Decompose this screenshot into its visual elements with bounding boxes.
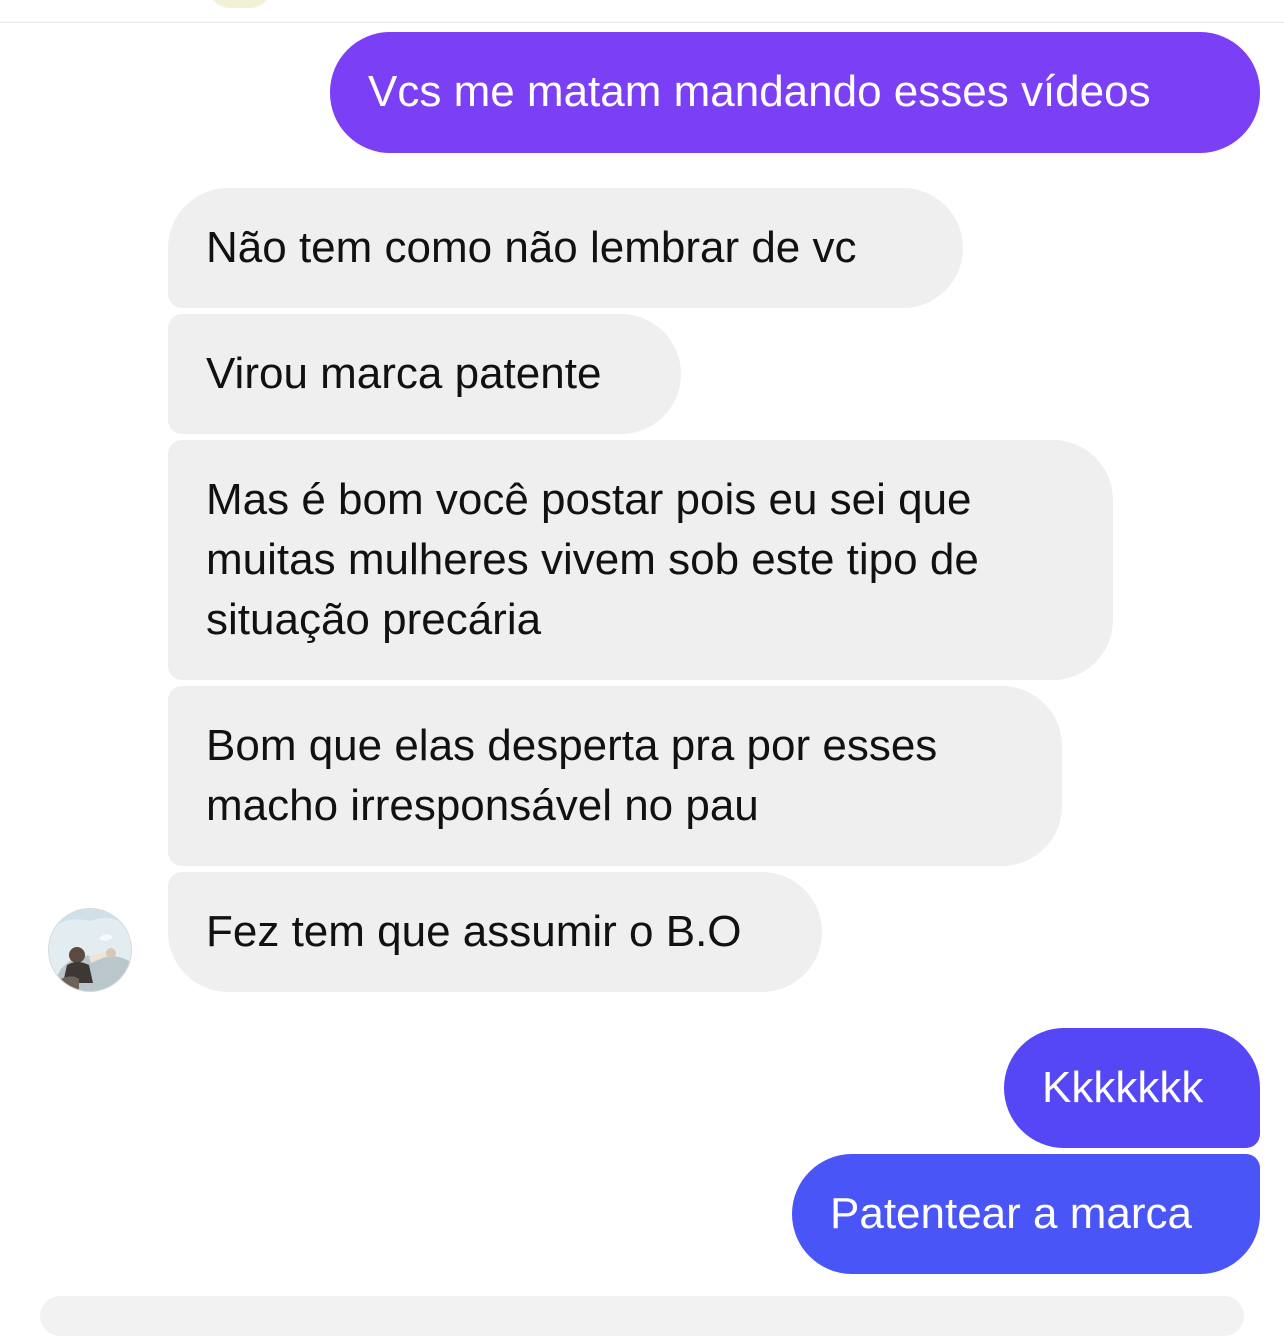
message-incoming-4[interactable]: Bom que elas desperta pra por esses mach… — [168, 686, 1062, 866]
message-incoming-3[interactable]: Mas é bom você postar pois eu sei que mu… — [168, 440, 1113, 680]
message-outgoing-1[interactable]: Vcs me matam mandando esses vídeos — [330, 32, 1260, 153]
user-avatar-icon — [49, 909, 131, 991]
message-incoming-5[interactable]: Fez tem que assumir o B.O — [168, 872, 822, 992]
previous-content-fragment — [208, 0, 272, 8]
message-incoming-2[interactable]: Virou marca patente — [168, 314, 681, 434]
top-divider — [0, 22, 1284, 23]
message-outgoing-3[interactable]: Patentear a marca — [792, 1154, 1260, 1274]
message-composer[interactable] — [40, 1296, 1244, 1336]
message-outgoing-2[interactable]: Kkkkkkk — [1004, 1028, 1260, 1148]
sender-avatar[interactable] — [49, 909, 131, 991]
message-incoming-1[interactable]: Não tem como não lembrar de vc — [168, 188, 963, 308]
